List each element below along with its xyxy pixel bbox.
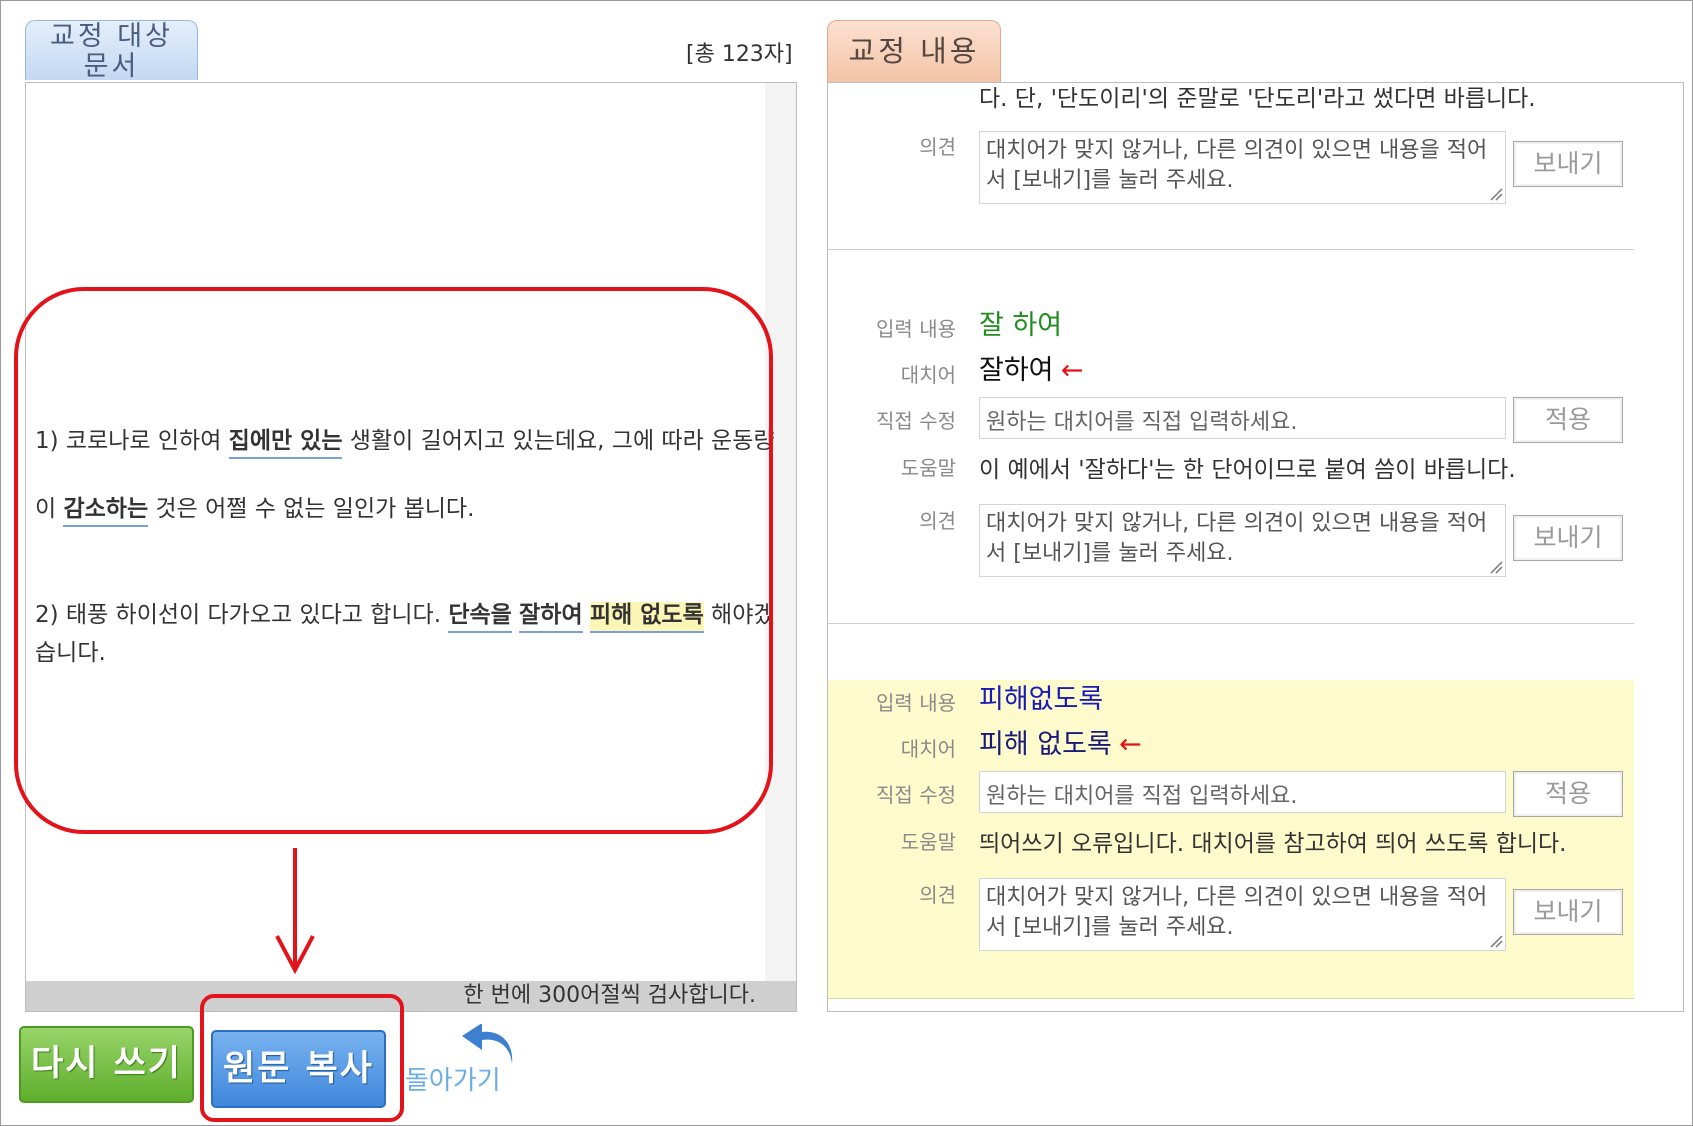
- direct-edit-input[interactable]: 원하는 대치어를 직접 입력하세요.: [979, 771, 1506, 813]
- char-count: [총 123자]: [686, 42, 793, 67]
- opinion-textarea[interactable]: 대치어가 맞지 않거나, 다른 의견이 있으면 내용을 적어서 [보내기]를 눌…: [979, 878, 1506, 951]
- resize-grip-icon[interactable]: [1489, 934, 1503, 948]
- replacement-word[interactable]: 잘하여 ←: [979, 348, 1083, 387]
- resize-grip-icon[interactable]: [1489, 560, 1503, 574]
- help-label: 도움말: [900, 456, 956, 480]
- replacement-label: 대치어: [900, 737, 956, 761]
- direct-edit-label: 직접 수정: [876, 409, 956, 433]
- input-text: 피해없도록: [979, 684, 1104, 715]
- opinion-label: 의견: [919, 135, 956, 159]
- input-label: 입력 내용: [876, 317, 956, 341]
- send-button[interactable]: 보내기: [1513, 515, 1623, 561]
- annotation-button-highlight: [200, 994, 404, 1122]
- direct-edit-label: 직접 수정: [876, 783, 956, 807]
- help-label: 도움말: [900, 830, 956, 854]
- apply-button[interactable]: 적용: [1513, 771, 1623, 817]
- go-back-label: 돌아가기: [405, 1066, 501, 1096]
- send-button[interactable]: 보내기: [1513, 141, 1623, 187]
- resize-grip-icon[interactable]: [1489, 187, 1503, 201]
- divider: [828, 623, 1634, 624]
- help-text: 띄어쓰기 오류입니다. 대치어를 참고하여 띄어 쓰도록 합니다.: [979, 831, 1567, 857]
- previous-help-text: 다. 단, '단도이리'의 준말로 '단도리'라고 썼다면 바릅니다.: [979, 86, 1536, 112]
- direct-edit-input[interactable]: 원하는 대치어를 직접 입력하세요.: [979, 397, 1506, 439]
- arrow-left-icon: ←: [1060, 355, 1084, 386]
- annotation-arrow-down-icon: [275, 848, 315, 975]
- arrow-left-icon: ←: [1119, 729, 1142, 760]
- input-text: 잘 하여: [979, 310, 1063, 341]
- apply-button[interactable]: 적용: [1513, 397, 1623, 443]
- correction-results-panel: 다. 단, '단도이리'의 준말로 '단도리'라고 썼다면 바릅니다. 의견 대…: [827, 82, 1684, 1012]
- opinion-label: 의견: [919, 883, 956, 907]
- opinion-textarea[interactable]: 대치어가 맞지 않거나, 다른 의견이 있으면 내용을 적어서 [보내기]를 눌…: [979, 504, 1506, 577]
- divider: [828, 249, 1634, 250]
- annotation-highlight-box: [14, 287, 773, 834]
- opinion-label: 의견: [919, 509, 956, 533]
- doc-footer-note: 한 번에 300어절씩 검사합니다.: [26, 981, 796, 1011]
- rewrite-button[interactable]: 다시 쓰기: [19, 1026, 194, 1103]
- results-scrollbar[interactable]: [1636, 83, 1683, 1011]
- divider: [828, 998, 1634, 999]
- go-back-link[interactable]: 돌아가기: [405, 1024, 515, 1096]
- help-text: 이 예에서 '잘하다'는 한 단어이므로 붙여 씀이 바릅니다.: [979, 457, 1516, 483]
- opinion-textarea[interactable]: 대치어가 맞지 않거나, 다른 의견이 있으면 내용을 적어서 [보내기]를 눌…: [979, 131, 1506, 204]
- replacement-label: 대치어: [900, 363, 956, 387]
- send-button[interactable]: 보내기: [1513, 889, 1623, 935]
- replacement-word[interactable]: 피해 없도록 ←: [979, 722, 1142, 761]
- input-label: 입력 내용: [876, 691, 956, 715]
- tab-target-document[interactable]: 교정 대상 문서: [25, 20, 198, 82]
- tab-correction-results[interactable]: 교정 내용: [827, 20, 1001, 82]
